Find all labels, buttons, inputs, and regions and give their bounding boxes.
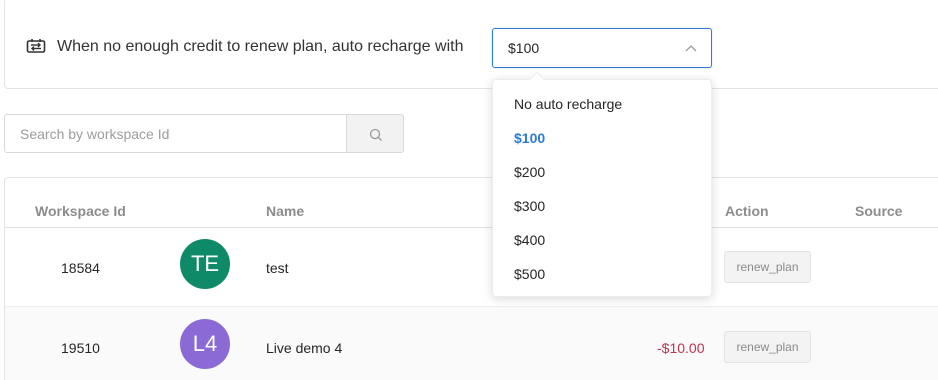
workspace-id-cell: 19510	[61, 340, 100, 356]
workspace-id-cell: 18584	[61, 260, 100, 276]
search-input[interactable]	[4, 114, 348, 153]
dropdown-option-500[interactable]: $500	[514, 266, 545, 282]
column-header-source[interactable]: Source	[855, 203, 902, 219]
workspace-name-cell: Live demo 4	[266, 340, 343, 356]
avatar: L4	[180, 319, 230, 369]
header-divider	[5, 227, 938, 228]
dropdown-option-no-auto-recharge[interactable]: No auto recharge	[514, 96, 622, 112]
workspace-table: Workspace Id Name Action Source 18584 TE…	[4, 177, 938, 380]
dropdown-option-100[interactable]: $100	[514, 130, 545, 146]
renew-icon	[26, 39, 46, 53]
search-icon	[369, 128, 382, 141]
dropdown-option-300[interactable]: $300	[514, 198, 545, 214]
amount-cell: -$10.00	[657, 340, 705, 356]
search-button[interactable]	[346, 114, 404, 153]
auto-recharge-label: When no enough credit to renew plan, aut…	[57, 38, 464, 55]
dropdown-option-200[interactable]: $200	[514, 164, 545, 180]
action-tag: renew_plan	[724, 331, 811, 363]
column-header-action[interactable]: Action	[725, 203, 769, 219]
auto-recharge-select[interactable]: $100	[492, 28, 712, 68]
auto-recharge-select-value: $100	[508, 40, 540, 56]
dropdown-option-400[interactable]: $400	[514, 232, 545, 248]
auto-recharge-dropdown: No auto recharge $100 $200 $300 $400 $50…	[492, 79, 712, 297]
avatar: TE	[180, 239, 230, 289]
chevron-up-icon	[685, 45, 697, 52]
column-header-workspace-id[interactable]: Workspace Id	[35, 203, 126, 219]
workspace-name-cell: test	[266, 260, 289, 276]
action-tag: renew_plan	[724, 251, 811, 283]
column-header-name[interactable]: Name	[266, 203, 304, 219]
